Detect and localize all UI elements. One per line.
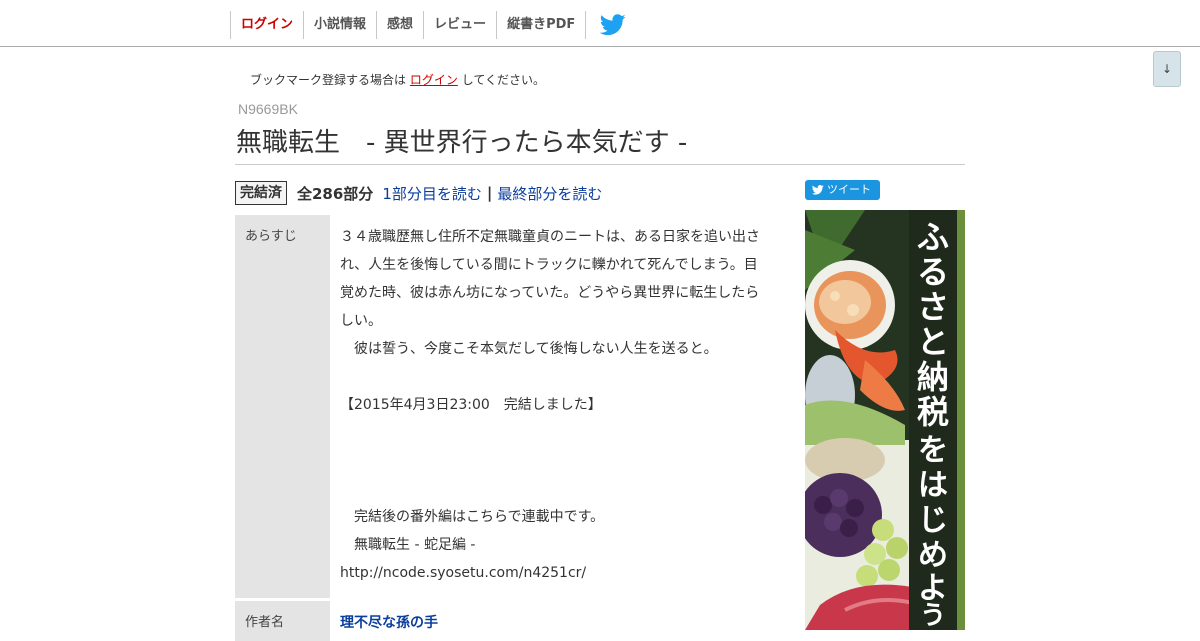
synopsis-line	[340, 475, 770, 503]
ad-char: 納	[917, 358, 949, 396]
synopsis-line: http://ncode.syosetu.com/n4251cr/	[340, 565, 587, 581]
twitter-bird-icon[interactable]	[600, 14, 626, 36]
author-row: 作者名 理不尽な孫の手	[235, 601, 780, 641]
synopsis-line	[340, 363, 770, 391]
ad-char: め	[918, 538, 948, 573]
top-nav: ログイン 小説情報 感想 レビュー 縦書きPDF	[230, 11, 587, 39]
status-badge: 完結済	[235, 181, 287, 205]
bookmark-note: ブックマーク登録する場合は ログイン してください。	[250, 71, 545, 88]
synopsis-line: しい。	[340, 313, 382, 329]
synopsis-body: ３４歳職歴無し住所不定無職童貞のニートは、ある日家を追い出さ れ、人生を後悔して…	[330, 215, 770, 598]
ad-char: ふ	[917, 218, 949, 256]
nav-login[interactable]: ログイン	[230, 11, 303, 39]
nav-vertical-pdf[interactable]: 縦書きPDF	[496, 11, 587, 39]
title-divider	[235, 164, 965, 165]
furusato-ad-banner[interactable]: ふ る さ と 納 税 を は じ め よ う	[805, 210, 965, 630]
ad-char: を	[918, 433, 948, 468]
read-last-link[interactable]: 最終部分を読む	[497, 183, 602, 204]
synopsis-row: あらすじ ３４歳職歴無し住所不定無職童貞のニートは、ある日家を追い出さ れ、人生…	[235, 215, 780, 598]
novel-info-table: あらすじ ３４歳職歴無し住所不定無職童貞のニートは、ある日家を追い出さ れ、人生…	[235, 215, 780, 641]
ad-char: う	[920, 601, 946, 630]
read-first-link[interactable]: 1部分目を読む	[382, 183, 482, 204]
synopsis-line: ３４歳職歴無し住所不定無職童貞のニートは、ある日家を追い出さ	[340, 229, 760, 245]
ad-char: は	[918, 468, 948, 503]
ad-char: さ	[917, 288, 949, 326]
bookmark-note-prefix: ブックマーク登録する場合は	[250, 73, 407, 87]
tweet-button[interactable]: ツイート	[805, 180, 880, 200]
synopsis-line: 無職転生 - 蛇足編 -	[340, 537, 476, 553]
tweet-label: ツイート	[827, 183, 871, 196]
ad-char: 税	[917, 393, 949, 431]
ad-char: と	[917, 323, 949, 361]
link-separator: |	[486, 184, 493, 202]
scroll-down-button[interactable]: ↓	[1153, 51, 1181, 87]
author-label: 作者名	[235, 601, 330, 641]
synopsis-line: 覚めた時、彼は赤ん坊になっていた。どうやら異世界に転生したら	[340, 285, 760, 301]
synopsis-line: 【2015年4月3日23:00 完結しました】	[340, 397, 602, 413]
synopsis-line: れ、人生を後悔している間にトラックに轢かれて死んでしまう。目	[340, 257, 758, 273]
ad-char: じ	[918, 503, 948, 538]
synopsis-line: 彼は誓う、今度こそ本気だして後悔しない人生を送ると。	[340, 341, 718, 357]
author-body: 理不尽な孫の手	[330, 601, 770, 641]
synopsis-line	[340, 419, 770, 447]
nav-review[interactable]: レビュー	[423, 11, 496, 39]
bookmark-note-suffix: してください。	[461, 73, 545, 87]
ad-image: ふ る さ と 納 税 を は じ め よ う	[805, 210, 965, 630]
ad-char: る	[917, 253, 949, 291]
bookmark-login-link[interactable]: ログイン	[410, 73, 458, 87]
episode-count: 全286部分	[297, 184, 374, 203]
top-bar: ログイン 小説情報 感想 レビュー 縦書きPDF	[0, 0, 1200, 47]
author-link[interactable]: 理不尽な孫の手	[340, 615, 438, 631]
synopsis-label: あらすじ	[235, 215, 330, 598]
twitter-bird-icon	[812, 185, 824, 195]
synopsis-line	[340, 447, 770, 475]
ncode: N9669BK	[238, 101, 298, 117]
nav-impressions[interactable]: 感想	[376, 11, 423, 39]
nav-novel-info[interactable]: 小説情報	[303, 11, 376, 39]
synopsis-line: 完結後の番外編はこちらで連載中です。	[340, 509, 605, 525]
novel-title: 無職転生 - 異世界行ったら本気だす -	[236, 128, 688, 158]
status-row: 完結済 全286部分 1部分目を読む | 最終部分を読む	[235, 181, 602, 205]
